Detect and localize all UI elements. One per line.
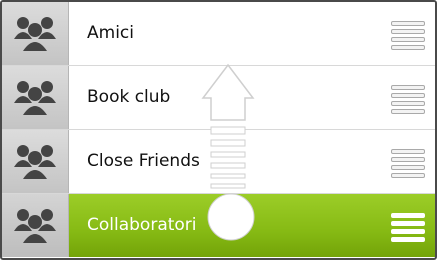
touch-point-icon <box>207 193 255 241</box>
swipe-up-arrow-icon <box>201 63 255 189</box>
swipe-gesture-overlay <box>201 63 255 241</box>
